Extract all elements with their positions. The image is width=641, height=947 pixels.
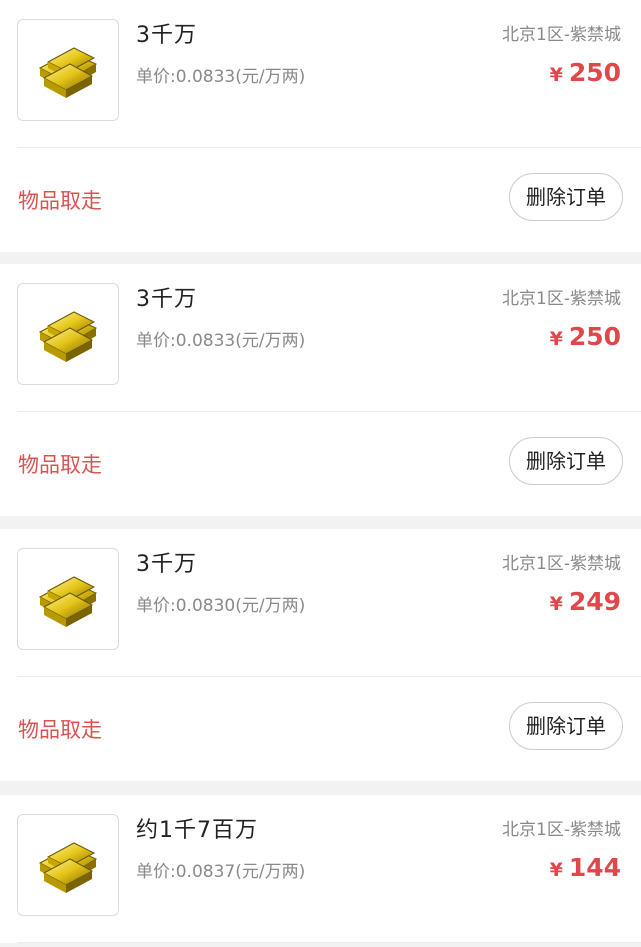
price-value: 144 (568, 853, 621, 882)
currency-symbol: ¥ (549, 593, 563, 615)
order-summary[interactable]: 3千万 单价:0.0830(元/万两) 北京1区-紫禁城 ¥249 (0, 529, 641, 677)
server-label: 北京1区-紫禁城 (502, 820, 621, 840)
price-value: 250 (568, 58, 621, 87)
unit-price-label: 单价:0.0833(元/万两) (136, 67, 306, 87)
order-card[interactable]: 3千万 单价:0.0830(元/万两) 北京1区-紫禁城 ¥249 物品取走 删… (0, 529, 641, 781)
order-card[interactable]: 3千万 单价:0.0833(元/万两) 北京1区-紫禁城 ¥250 物品取走 删… (0, 0, 641, 252)
gold-bars-icon (17, 19, 119, 121)
gold-bars-icon (17, 548, 119, 650)
server-label: 北京1区-紫禁城 (502, 289, 621, 309)
order-summary[interactable]: 3千万 单价:0.0833(元/万两) 北京1区-紫禁城 ¥250 (0, 0, 641, 148)
order-summary[interactable]: 约1千7百万 单价:0.0837(元/万两) 北京1区-紫禁城 ¥144 (0, 795, 641, 943)
unit-price-label: 单价:0.0830(元/万两) (136, 596, 306, 616)
delete-order-button[interactable]: 删除订单 (509, 702, 623, 750)
quantity-label: 约1千7百万 (136, 818, 258, 843)
price-value: 250 (568, 322, 621, 351)
price-label: ¥250 (550, 58, 621, 87)
order-actions: 物品取走 删除订单 (0, 412, 641, 516)
currency-symbol: ¥ (549, 328, 563, 350)
currency-symbol: ¥ (549, 859, 563, 881)
server-label: 北京1区-紫禁城 (502, 25, 621, 45)
unit-price-label: 单价:0.0833(元/万两) (136, 331, 306, 351)
delete-order-button[interactable]: 删除订单 (509, 173, 623, 221)
order-actions: 物品取走 删除订单 (0, 148, 641, 252)
gold-bars-icon (17, 814, 119, 916)
order-actions: 物品取走 删除订单 (0, 677, 641, 781)
status-label: 物品取走 (18, 718, 102, 742)
price-label: ¥144 (550, 853, 621, 882)
price-label: ¥249 (550, 587, 621, 616)
quantity-label: 3千万 (136, 552, 197, 577)
order-list: 3千万 单价:0.0833(元/万两) 北京1区-紫禁城 ¥250 物品取走 删… (0, 0, 641, 947)
order-card[interactable]: 约1千7百万 单价:0.0837(元/万两) 北京1区-紫禁城 ¥144 (0, 795, 641, 943)
divider (17, 942, 641, 943)
currency-symbol: ¥ (549, 64, 563, 86)
order-summary[interactable]: 3千万 单价:0.0833(元/万两) 北京1区-紫禁城 ¥250 (0, 264, 641, 412)
gold-bars-icon (17, 283, 119, 385)
price-value: 249 (568, 587, 621, 616)
status-label: 物品取走 (18, 189, 102, 213)
order-card[interactable]: 3千万 单价:0.0833(元/万两) 北京1区-紫禁城 ¥250 物品取走 删… (0, 264, 641, 516)
quantity-label: 3千万 (136, 23, 197, 48)
unit-price-label: 单价:0.0837(元/万两) (136, 862, 306, 882)
price-label: ¥250 (550, 322, 621, 351)
server-label: 北京1区-紫禁城 (502, 554, 621, 574)
delete-order-button[interactable]: 删除订单 (509, 437, 623, 485)
status-label: 物品取走 (18, 453, 102, 477)
quantity-label: 3千万 (136, 287, 197, 312)
